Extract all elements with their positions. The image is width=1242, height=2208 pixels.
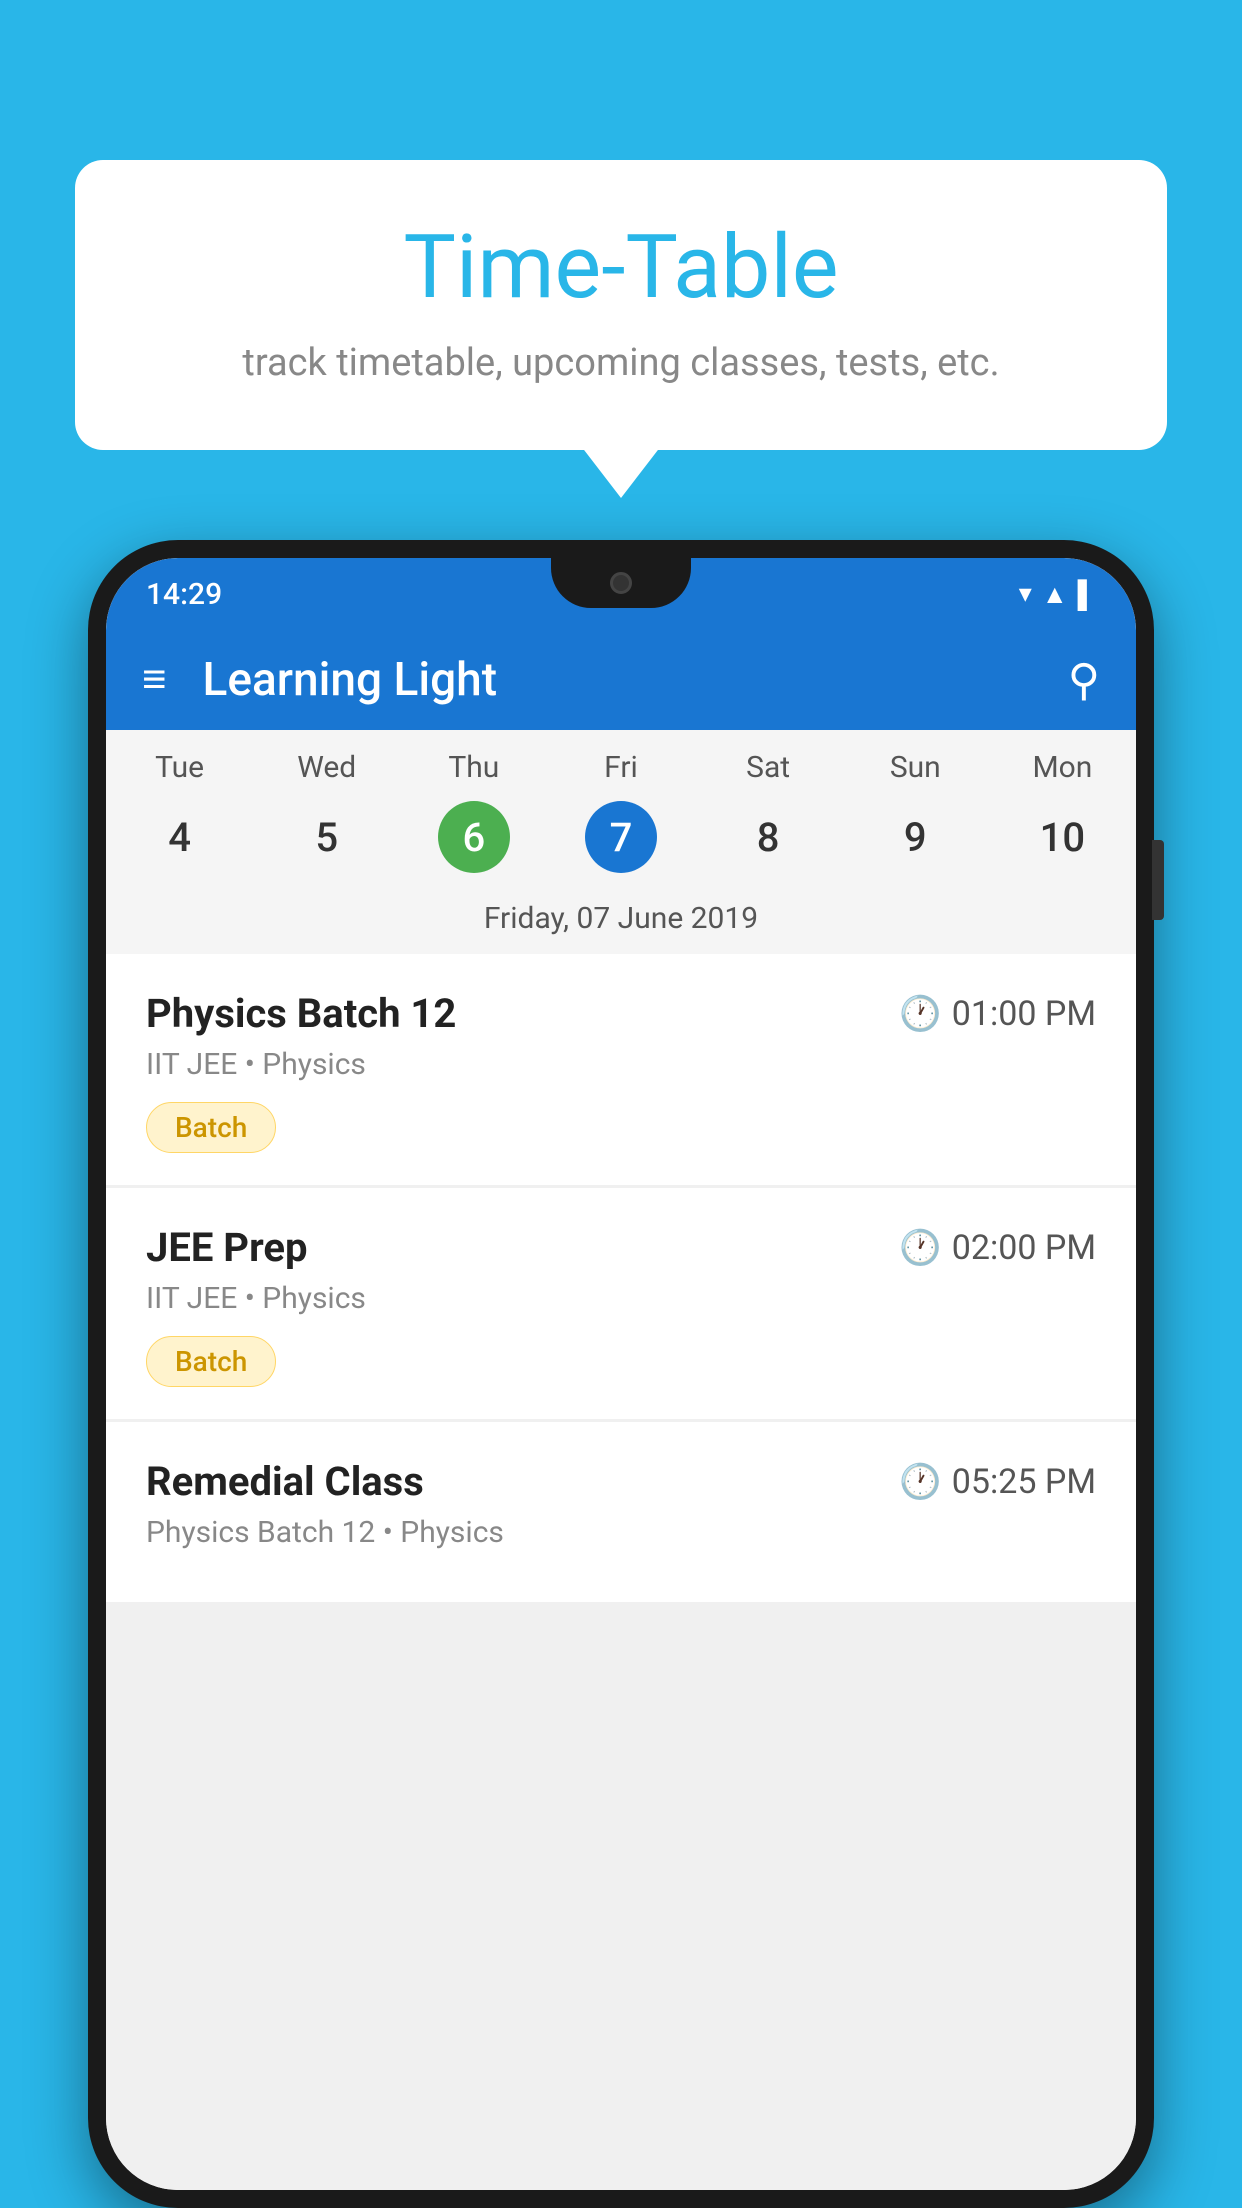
schedule-item-3-header: Remedial Class 🕐 05:25 PM [146,1458,1096,1505]
schedule-list: Physics Batch 12 🕐 01:00 PM IIT JEE • Ph… [106,954,1136,2190]
speech-bubble: Time-Table track timetable, upcoming cla… [75,160,1167,450]
day-numbers-row: 4 5 6 7 8 9 10 [106,793,1136,891]
schedule-item-3[interactable]: Remedial Class 🕐 05:25 PM Physics Batch … [106,1422,1136,1602]
day-6-today[interactable]: 6 [438,801,510,873]
schedule-item-1-title: Physics Batch 12 [146,990,456,1037]
hamburger-icon[interactable]: ≡ [142,659,167,701]
phone-screen: 14:29 ▾ ▲ ▌ ≡ Learning Light ⚲ Tue [106,558,1136,2190]
day-4[interactable]: 4 [106,801,253,873]
schedule-item-3-time: 🕐 05:25 PM [899,1462,1096,1502]
schedule-item-1-time: 🕐 01:00 PM [899,994,1096,1034]
battery-icon: ▌ [1078,579,1096,610]
day-7-selected[interactable]: 7 [585,801,657,873]
app-title: Learning Light [203,653,1068,707]
speech-bubble-container: Time-Table track timetable, upcoming cla… [75,160,1167,450]
day-name-thu: Thu [400,750,547,785]
power-button [1152,840,1164,920]
day-name-wed: Wed [253,750,400,785]
schedule-item-3-title: Remedial Class [146,1458,424,1505]
schedule-item-1-badge: Batch [146,1102,276,1153]
day-5[interactable]: 5 [253,801,400,873]
day-9[interactable]: 9 [842,801,989,873]
schedule-item-2-badge: Batch [146,1336,276,1387]
schedule-item-3-subtitle: Physics Batch 12 • Physics [146,1515,1096,1550]
notch [551,558,691,608]
clock-icon-2: 🕐 [899,1228,941,1268]
status-time: 14:29 [146,577,222,612]
calendar-strip: Tue Wed Thu Fri Sat Sun Mon 4 5 6 7 8 9 … [106,730,1136,954]
signal-icon: ▲ [1042,579,1068,610]
schedule-item-2[interactable]: JEE Prep 🕐 02:00 PM IIT JEE • Physics Ba… [106,1188,1136,1419]
clock-icon-3: 🕐 [899,1462,941,1502]
day-name-fri: Fri [547,750,694,785]
schedule-item-2-title: JEE Prep [146,1224,307,1271]
schedule-item-3-time-value: 05:25 PM [952,1462,1096,1502]
phone-mockup: 14:29 ▾ ▲ ▌ ≡ Learning Light ⚲ Tue [88,540,1154,2208]
day-name-sun: Sun [842,750,989,785]
schedule-item-2-time-value: 02:00 PM [952,1228,1096,1268]
day-names-row: Tue Wed Thu Fri Sat Sun Mon [106,730,1136,793]
day-10[interactable]: 10 [989,801,1136,873]
search-icon[interactable]: ⚲ [1068,654,1100,706]
camera [610,572,632,594]
day-8[interactable]: 8 [695,801,842,873]
wifi-icon: ▾ [1019,579,1032,609]
schedule-item-1[interactable]: Physics Batch 12 🕐 01:00 PM IIT JEE • Ph… [106,954,1136,1185]
selected-date-label: Friday, 07 June 2019 [106,891,1136,954]
clock-icon-1: 🕐 [899,994,941,1034]
speech-bubble-title: Time-Table [155,220,1087,317]
schedule-item-1-subtitle: IIT JEE • Physics [146,1047,1096,1082]
schedule-item-2-subtitle: IIT JEE • Physics [146,1281,1096,1316]
app-header: ≡ Learning Light ⚲ [106,630,1136,730]
status-bar: 14:29 ▾ ▲ ▌ [106,558,1136,630]
schedule-item-2-time: 🕐 02:00 PM [899,1228,1096,1268]
day-name-tue: Tue [106,750,253,785]
schedule-item-1-time-value: 01:00 PM [952,994,1096,1034]
day-name-mon: Mon [989,750,1136,785]
day-name-sat: Sat [695,750,842,785]
status-icons: ▾ ▲ ▌ [1019,579,1096,610]
speech-bubble-subtitle: track timetable, upcoming classes, tests… [155,341,1087,385]
schedule-item-2-header: JEE Prep 🕐 02:00 PM [146,1224,1096,1271]
schedule-item-1-header: Physics Batch 12 🕐 01:00 PM [146,990,1096,1037]
phone-outer: 14:29 ▾ ▲ ▌ ≡ Learning Light ⚲ Tue [88,540,1154,2208]
